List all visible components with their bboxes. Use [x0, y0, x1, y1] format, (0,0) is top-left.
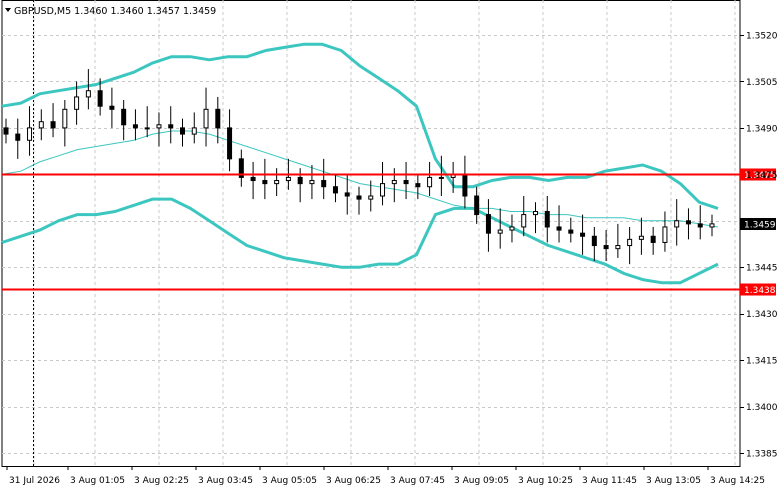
candle-body [674, 220, 680, 228]
candle-body [368, 195, 374, 200]
candle-body [3, 127, 9, 135]
candle-body [297, 176, 303, 185]
y-tick-label: 1.3475 [746, 171, 778, 181]
candle-body [427, 176, 433, 188]
x-tick-label: 3 Aug 14:25 [710, 476, 765, 486]
candle-body [38, 121, 44, 129]
candle-body [203, 108, 209, 129]
candle-body [180, 127, 185, 135]
candle-body [662, 226, 668, 243]
candle-body [168, 124, 174, 129]
time-axis: 31 Jul 2026 3 Aug 01:05 3 Aug 02:25 3 Aug 0… [6, 466, 765, 486]
x-tick-label: 3 Aug 11:45 [582, 476, 637, 486]
candle-body [485, 214, 491, 234]
candle-body [274, 180, 280, 185]
symbol-dropdown-icon[interactable] [5, 8, 11, 12]
x-tick-label: 3 Aug 06:25 [326, 476, 381, 486]
candle-body [403, 180, 409, 185]
candle-body [250, 176, 256, 182]
candle-body [709, 223, 715, 228]
candle-body [509, 226, 515, 231]
y-tick-label: 1.3505 [746, 78, 778, 88]
price-axis: 1.3520 1.3505 1.3490 1.3475 1.3445 1.3430 1.34… [740, 32, 778, 460]
level-price-label: 1.3438 [744, 286, 776, 296]
x-tick-label: 3 Aug 10:25 [518, 476, 573, 486]
x-tick-label: 3 Aug 03:45 [198, 476, 253, 486]
horizontal-lines[interactable]: 1.3475 1.3438 [2, 168, 776, 297]
candle-body [591, 235, 597, 247]
candle-body [685, 220, 691, 225]
candle-body [97, 90, 103, 107]
candle-body [109, 105, 115, 110]
candle-body [521, 214, 527, 228]
candle-body [27, 127, 33, 141]
candle-body [262, 180, 268, 185]
x-tick-label: 31 Jul 2026 [9, 476, 60, 486]
candle-body [638, 235, 644, 240]
y-tick-label: 1.3430 [746, 310, 778, 320]
candle-body [603, 245, 609, 250]
y-tick-label: 1.3445 [746, 264, 778, 274]
bollinger-lower-line [1, 197, 719, 285]
x-tick-label: 3 Aug 13:05 [646, 476, 701, 486]
candle-body [321, 180, 327, 188]
candle-body [627, 238, 633, 247]
price-chart[interactable]: 1.34751.3438 1.35201.35051.34901.34751.3… [0, 0, 781, 489]
candle-body [191, 127, 197, 135]
candle-body [74, 96, 80, 110]
candle-body [697, 223, 703, 228]
y-tick-label: 1.3490 [746, 124, 778, 134]
candle-body [309, 180, 315, 185]
candle-body [415, 183, 421, 188]
current-price-label: 1.3459 [744, 221, 776, 231]
candle-body [391, 180, 397, 185]
candle-body [474, 195, 480, 216]
candle-body [580, 232, 586, 237]
x-tick-label: 3 Aug 05:05 [262, 476, 317, 486]
candle-body [62, 108, 68, 129]
y-tick-label: 1.3400 [746, 403, 778, 413]
candle-body [462, 173, 468, 197]
candle-body [556, 226, 562, 231]
candle-body [650, 235, 656, 243]
x-tick-label: 3 Aug 09:05 [454, 476, 509, 486]
candle-body [85, 90, 91, 98]
candle-body [568, 229, 574, 234]
candle-body [533, 210, 538, 216]
candle-body [356, 195, 362, 200]
y-tick-label: 1.3520 [746, 32, 778, 42]
candle-body [438, 176, 444, 179]
x-tick-label: 3 Aug 07:45 [390, 476, 445, 486]
chart-title: GBPUSD,M5 1.3460 1.3460 1.3457 1.3459 [14, 6, 216, 17]
candle-body [497, 229, 503, 234]
y-tick-label: 1.3415 [746, 357, 778, 367]
candle-body [227, 127, 233, 160]
candle-body [344, 192, 350, 197]
candle-body [144, 127, 150, 130]
candle-body [615, 245, 621, 250]
candle-body [285, 176, 291, 182]
candle-body [332, 186, 338, 194]
candle-body [121, 108, 127, 126]
x-tick-label: 3 Aug 02:25 [134, 476, 189, 486]
candle-body [156, 124, 162, 129]
x-tick-label: 3 Aug 01:05 [70, 476, 125, 486]
candle-body [544, 210, 550, 228]
candle-body [380, 183, 386, 197]
y-tick-label: 1.3385 [746, 450, 778, 460]
candle-body [215, 108, 221, 129]
bollinger-bands [1, 42, 719, 285]
candle-body [132, 124, 138, 129]
candle-body [50, 121, 56, 129]
candle-body [15, 133, 21, 141]
